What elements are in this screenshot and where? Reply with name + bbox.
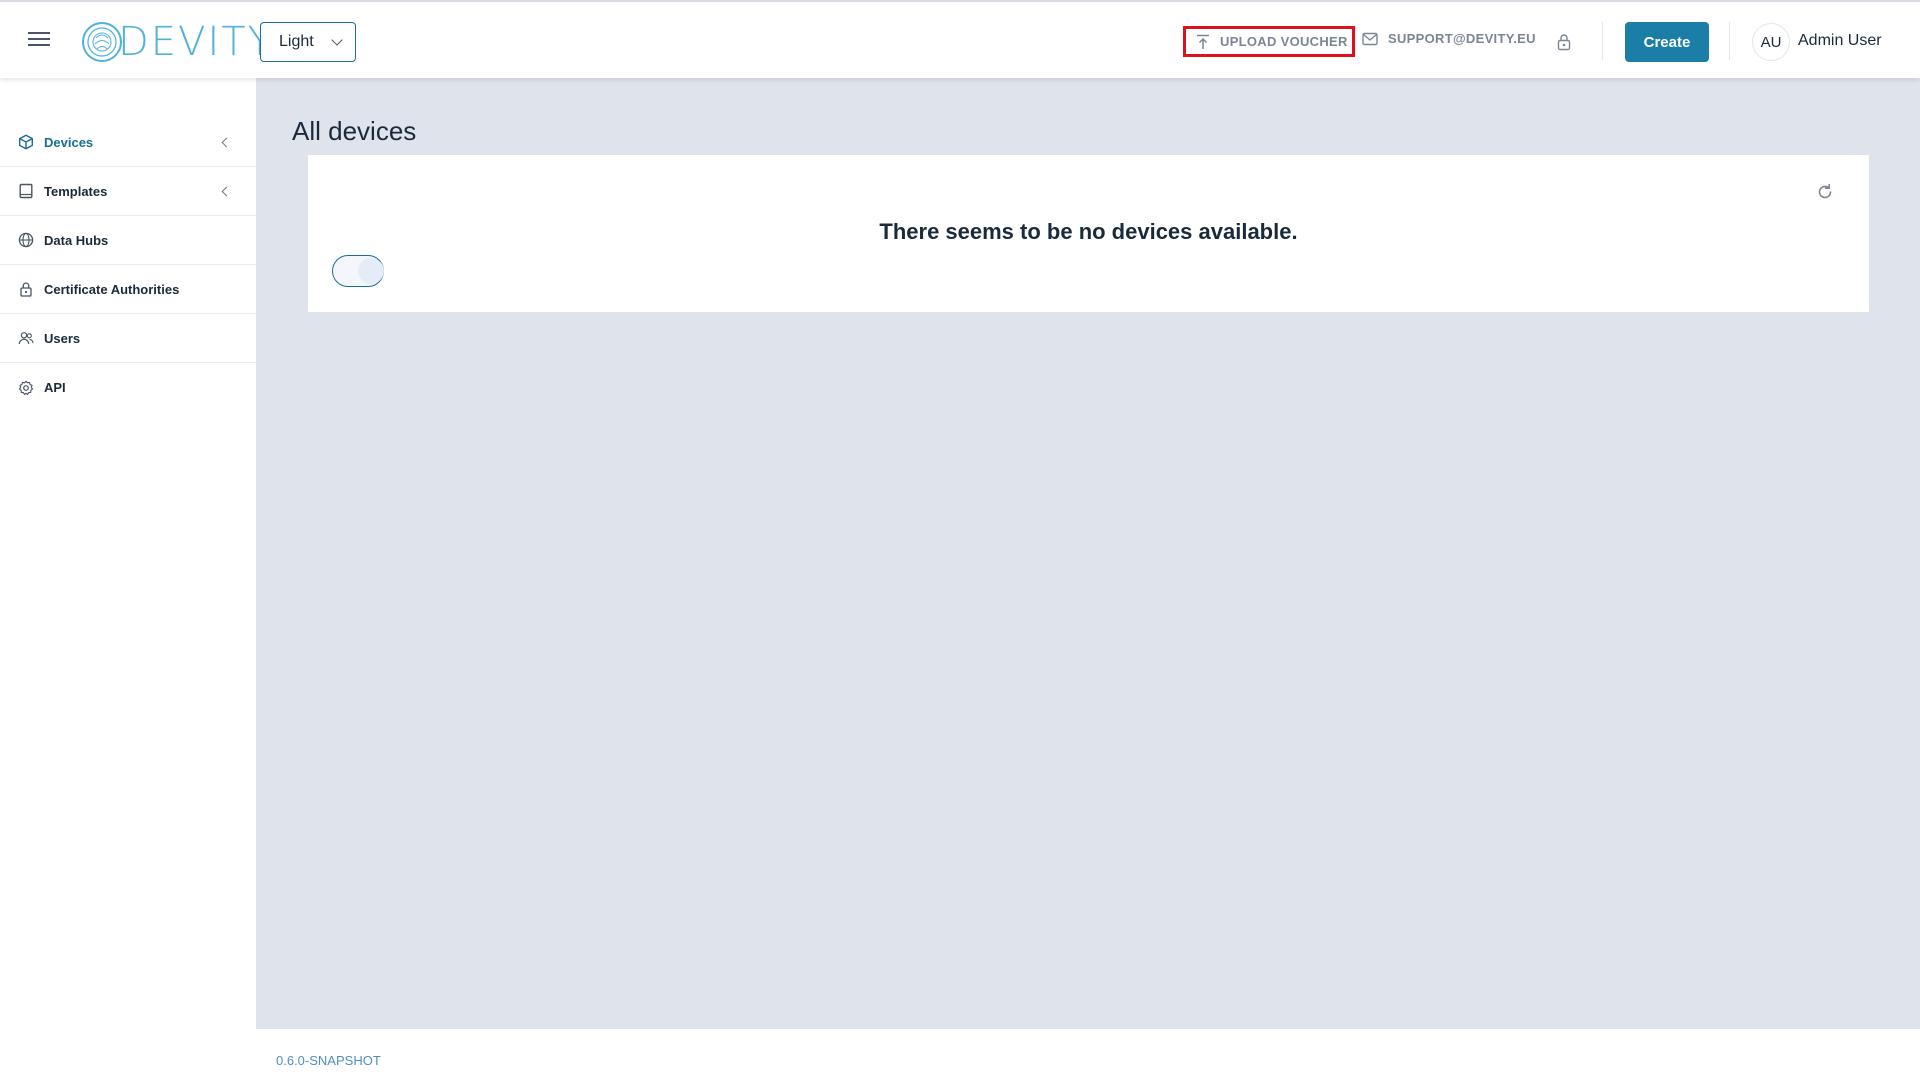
- user-name[interactable]: Admin User: [1798, 32, 1882, 50]
- sidebar-item-certificate-authorities[interactable]: Certificate Authorities: [0, 265, 256, 314]
- top-header: DEVITY Light UPLOAD VOUCHER SUPPORT@DEVI…: [0, 0, 1920, 78]
- support-email-link[interactable]: SUPPORT@DEVITY.EU: [1362, 31, 1536, 46]
- theme-select-value: Light: [279, 33, 314, 50]
- support-email-label: SUPPORT@DEVITY.EU: [1388, 31, 1536, 46]
- upload-icon: [1197, 34, 1209, 49]
- header-divider: [1602, 22, 1603, 60]
- sidebar-item-label: Users: [44, 330, 81, 346]
- sidebar-nav: Devices Templates Data Hubs Certificate …: [0, 118, 256, 412]
- version-label: 0.6.0-SNAPSHOT: [276, 1053, 381, 1068]
- mail-icon: [1362, 32, 1378, 45]
- sidebar-item-templates[interactable]: Templates: [0, 167, 256, 216]
- avatar[interactable]: AU: [1752, 23, 1790, 61]
- app-logo[interactable]: DEVITY: [80, 20, 274, 64]
- empty-state-message: There seems to be no devices available.: [879, 219, 1298, 244]
- sidebar: Devices Templates Data Hubs Certificate …: [0, 78, 256, 1029]
- sidebar-item-label: Data Hubs: [44, 232, 109, 248]
- upload-voucher-label: UPLOAD VOUCHER: [1220, 34, 1348, 49]
- sidebar-item-label: Templates: [44, 183, 108, 199]
- sidebar-item-users[interactable]: Users: [0, 314, 256, 363]
- lock-icon: [20, 282, 32, 297]
- chevron-left-icon: [221, 186, 232, 197]
- create-button[interactable]: Create: [1625, 22, 1709, 62]
- sidebar-item-data-hubs[interactable]: Data Hubs: [0, 216, 256, 265]
- main-content: All devices There seems to be no devices…: [256, 78, 1920, 1029]
- refresh-icon[interactable]: [1815, 182, 1835, 202]
- chevron-left-icon: [221, 137, 232, 148]
- page-title: All devices: [292, 116, 417, 146]
- lock-icon[interactable]: [1554, 32, 1574, 52]
- sidebar-item-label: API: [44, 380, 66, 395]
- brand-name: DEVITY: [118, 19, 275, 65]
- globe-icon: [18, 232, 34, 248]
- header-divider: [1729, 22, 1730, 60]
- footer: 0.6.0-SNAPSHOT: [0, 1029, 1920, 1089]
- gear-icon: [18, 380, 34, 395]
- toggle-switch[interactable]: [332, 255, 384, 287]
- sidebar-item-devices[interactable]: Devices: [0, 118, 256, 167]
- sidebar-item-api[interactable]: API: [0, 363, 256, 412]
- theme-select[interactable]: Light: [260, 22, 356, 62]
- sidebar-item-label: Certificate Authorities: [44, 281, 180, 297]
- book-icon: [19, 183, 33, 199]
- users-icon: [18, 332, 34, 345]
- toggle-knob: [358, 258, 384, 284]
- upload-voucher-button[interactable]: UPLOAD VOUCHER: [1183, 26, 1355, 57]
- sidebar-item-label: Devices: [44, 134, 94, 150]
- chevron-down-icon: [331, 34, 343, 46]
- devices-card: There seems to be no devices available.: [308, 155, 1869, 312]
- menu-icon[interactable]: [28, 32, 50, 48]
- cube-icon: [19, 134, 33, 150]
